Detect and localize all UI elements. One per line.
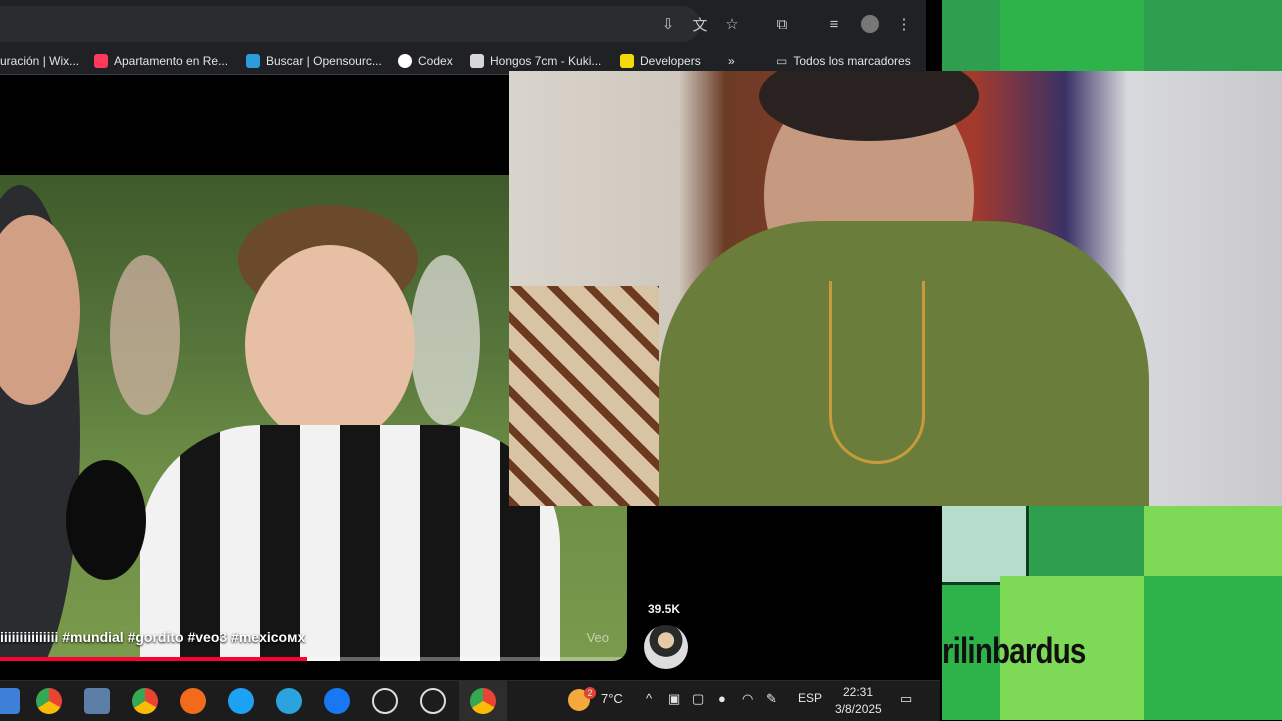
folder-icon: ▭ (776, 54, 788, 68)
notifications-icon[interactable]: ▭ (900, 691, 912, 707)
striped-jersey (140, 425, 560, 661)
airbnb-icon (94, 54, 108, 68)
bookmark-wix[interactable]: uración | Wix... (0, 52, 79, 70)
overlay-block (1144, 576, 1282, 720)
tray-app-icon[interactable]: ▢ (692, 691, 704, 707)
chatgpt-icon[interactable] (372, 688, 398, 714)
video-watermark: Veo (586, 630, 609, 645)
weather-temperature[interactable]: 7°C (601, 691, 623, 706)
webcam-feed (509, 71, 1282, 506)
gold-chain (829, 281, 925, 464)
like-count: 39.5K (648, 602, 681, 616)
extensions-icon[interactable]: ⧉ (770, 12, 794, 36)
menu-icon[interactable]: ⋮ (892, 12, 916, 36)
obs-icon[interactable] (420, 688, 446, 714)
all-bookmarks-label: Todos los marcadores (793, 54, 911, 68)
overlay-block (1030, 506, 1144, 576)
file-explorer-icon[interactable] (0, 688, 20, 714)
clock-time[interactable]: 22:31 (843, 685, 873, 699)
bookmark-airbnb[interactable]: Apartamento en Re... (94, 52, 228, 70)
bookmark-label: Buscar | Opensourc... (266, 54, 382, 68)
chrome-active-icon[interactable] (470, 688, 496, 714)
stream-overlay-top (942, 0, 1282, 71)
openai-icon (398, 54, 412, 68)
bookmark-developers[interactable]: Developers (620, 52, 701, 70)
chevron-up-icon[interactable]: ^ (646, 691, 652, 706)
video-caption: iiiiiiiiiiiiiii #mundial #gordito #veo3 … (0, 629, 306, 645)
bookmark-hongos[interactable]: Hongos 7cm - Kuki... (470, 52, 601, 70)
star-icon[interactable]: ☆ (720, 12, 744, 36)
bookmark-label: Codex (418, 54, 453, 68)
bookmark-codex[interactable]: Codex (398, 52, 453, 70)
bookmark-opensource[interactable]: Buscar | Opensourc... (246, 52, 382, 70)
clock-date[interactable]: 3/8/2025 (835, 702, 882, 716)
pen-icon[interactable]: ✎ (766, 691, 777, 707)
video-progress-fill (0, 657, 308, 661)
wooden-chair (509, 286, 659, 506)
bookmark-label: Apartamento en Re... (114, 54, 229, 68)
chrome-icon[interactable] (36, 688, 62, 714)
bookmark-label: uración | Wix... (0, 54, 80, 68)
microphone-icon[interactable]: ● (718, 691, 726, 706)
background-child (410, 255, 480, 425)
developers-icon (620, 54, 634, 68)
bookmark-label: Hongos 7cm - Kuki... (490, 54, 602, 68)
language-indicator[interactable]: ESP (798, 691, 822, 705)
overlay-block (1144, 506, 1282, 576)
calculator-icon[interactable] (84, 688, 110, 714)
background-child (110, 255, 180, 415)
app-icon[interactable] (180, 688, 206, 714)
profile-icon[interactable] (858, 12, 882, 36)
chrome-profile-icon[interactable] (132, 688, 158, 714)
weather-badge: 2 (584, 687, 596, 699)
facebook-icon[interactable] (324, 688, 350, 714)
taskbar: 2 7°C ^ ▣ ▢ ● ◠ ✎ ESP 22:31 3/8/2025 ▭ (0, 680, 940, 721)
page-icon (470, 54, 484, 68)
boy-face (245, 245, 415, 445)
gear-icon (246, 54, 260, 68)
browser-toolbar: ⇩ 文 ☆ ⧉ ≡ ⋮ (0, 0, 926, 48)
overlay-block (942, 506, 1029, 585)
bookmark-label: Developers (640, 54, 701, 68)
stream-overlay-bottom: rilinbardus (942, 506, 1282, 720)
telegram-icon[interactable] (276, 688, 302, 714)
address-bar[interactable] (0, 6, 700, 42)
streamer-name: rilinbardus (942, 630, 1086, 671)
app-icon[interactable] (228, 688, 254, 714)
install-icon[interactable]: ⇩ (656, 12, 680, 36)
video-progress-bar[interactable] (0, 657, 627, 661)
microphone (66, 460, 146, 580)
wifi-icon[interactable]: ◠ (742, 691, 753, 707)
tray-app-icon[interactable]: ▣ (668, 691, 680, 707)
translate-icon[interactable]: 文 (688, 12, 712, 36)
bookmarks-more-button[interactable]: » (728, 52, 735, 70)
channel-avatar[interactable] (644, 625, 688, 669)
media-control-icon[interactable]: ≡ (822, 12, 846, 36)
all-bookmarks-button[interactable]: ▭ Todos los marcadores (776, 52, 911, 70)
